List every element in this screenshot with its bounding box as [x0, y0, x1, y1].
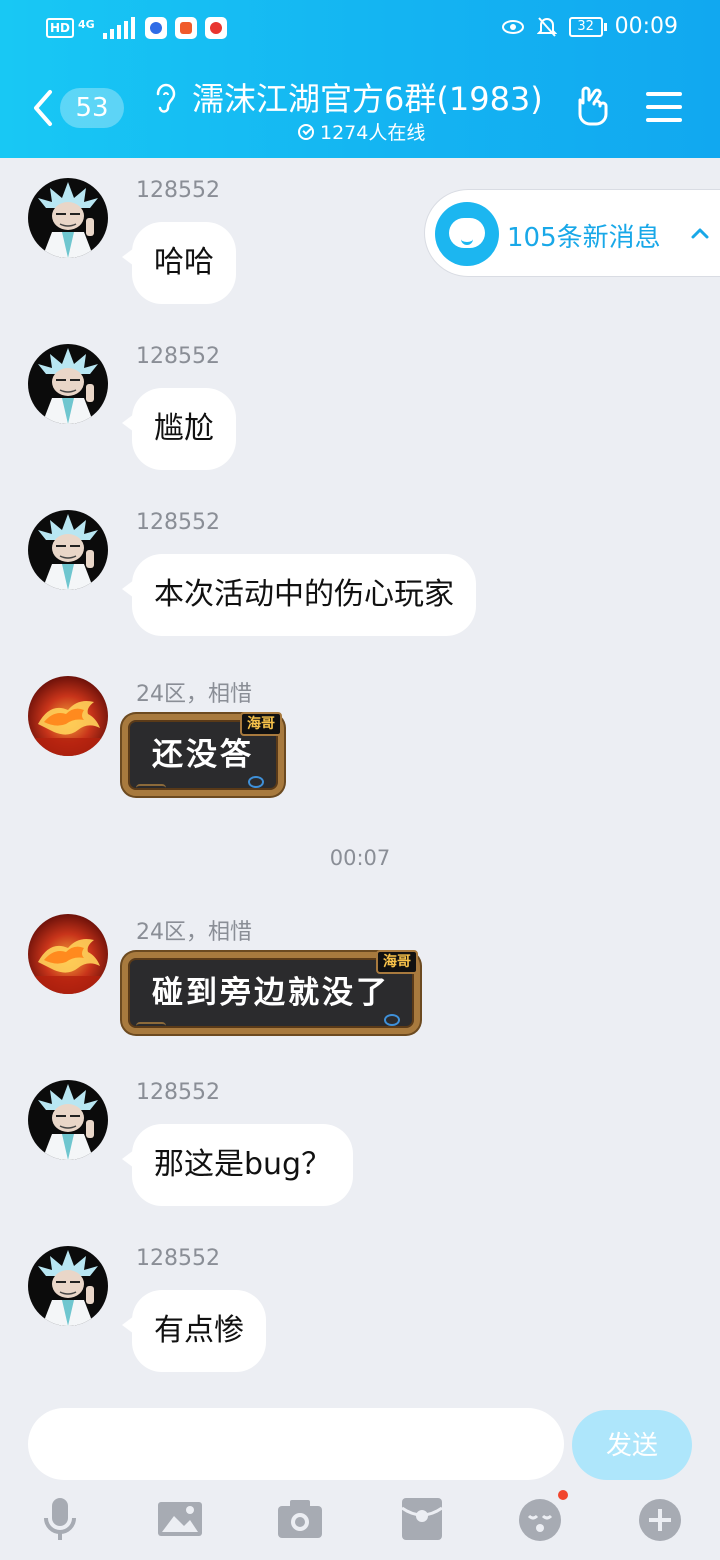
online-check-icon: [298, 123, 314, 140]
sender-name[interactable]: 128552: [136, 344, 220, 369]
signal-icon: [102, 17, 137, 39]
composer: 发送: [0, 1392, 720, 1560]
sender-name[interactable]: 24区，相惜: [136, 914, 252, 946]
sticker-bubble[interactable]: 碰到旁边就没了 海哥: [122, 950, 420, 1034]
message-bubble[interactable]: 有点惨: [122, 1290, 266, 1372]
emoji-button[interactable]: [518, 1490, 568, 1542]
location-app-icon: [204, 17, 227, 39]
hand-gesture-icon[interactable]: [572, 86, 614, 128]
online-count: 1274人在线: [298, 118, 425, 145]
sticker-tag: 海哥: [376, 950, 418, 974]
network-type: 4G: [78, 17, 95, 31]
hd-badge: HD: [46, 18, 75, 38]
back-unread-count[interactable]: 53: [60, 88, 124, 128]
group-title[interactable]: 濡沫江湖官方6群(1983): [192, 74, 543, 120]
message-input[interactable]: [28, 1408, 564, 1480]
new-messages-label: 105条新消息: [507, 223, 661, 253]
message-bubble[interactable]: 哈哈: [122, 222, 236, 304]
sticker-knot-icon: [384, 1014, 400, 1026]
sender-name[interactable]: 128552: [136, 178, 220, 203]
rick-avatar[interactable]: [28, 1080, 108, 1160]
menu-icon[interactable]: [646, 92, 682, 122]
sticker-bubble[interactable]: 还没答 海哥: [122, 712, 284, 796]
message-bubble[interactable]: 尴尬: [122, 388, 236, 470]
image-icon[interactable]: [158, 1496, 202, 1542]
battery-indicator: 32: [568, 16, 607, 37]
time-separator: 00:07: [329, 846, 391, 870]
shield-app-icon: [174, 17, 197, 39]
sender-name[interactable]: 128552: [136, 510, 220, 535]
back-arrow-icon[interactable]: [32, 88, 54, 128]
sender-name[interactable]: 128552: [136, 1246, 220, 1271]
emoji-icon: [519, 1499, 561, 1541]
new-messages-banner[interactable]: 105条新消息: [424, 189, 720, 277]
sticker-knot-icon: [248, 776, 264, 788]
rick-avatar[interactable]: [28, 510, 108, 590]
sender-name[interactable]: 128552: [136, 1080, 220, 1105]
fire-horse-avatar[interactable]: [28, 676, 108, 756]
ear-icon[interactable]: [150, 82, 180, 116]
send-button[interactable]: 发送: [572, 1410, 692, 1480]
sticker-ornament: [136, 1022, 166, 1030]
chevron-up-icon: [691, 228, 709, 239]
message-bubble[interactable]: 本次活动中的伤心玩家: [122, 554, 476, 636]
red-packet-icon[interactable]: [400, 1496, 444, 1542]
camera-icon[interactable]: [278, 1496, 322, 1542]
sticker-text: 还没答: [152, 737, 254, 773]
sticker-tag: 海哥: [240, 712, 282, 736]
rick-avatar[interactable]: [28, 344, 108, 424]
sticker-text: 碰到旁边就没了: [152, 975, 390, 1011]
chat-bubble-icon: [435, 202, 499, 266]
status-time: 00:09: [614, 14, 678, 39]
eye-icon: [501, 19, 524, 34]
sticker-ornament: [136, 784, 166, 792]
sender-name[interactable]: 24区，相惜: [136, 676, 252, 708]
mute-bell-icon: [536, 16, 557, 37]
message-bubble[interactable]: 那这是bug？: [121, 1124, 354, 1206]
status-bar: HD 4G 32 00:09: [0, 0, 720, 60]
baidu-app-icon: [144, 17, 167, 39]
rick-avatar[interactable]: [28, 178, 108, 258]
chat-header: HD 4G 32 00:09 53 濡沫江湖官方6群(1983) 1274人在线: [0, 0, 720, 158]
plus-icon[interactable]: [638, 1496, 682, 1542]
notification-dot: [558, 1490, 568, 1500]
input-toolbar: [0, 1490, 720, 1546]
fire-horse-avatar[interactable]: [28, 914, 108, 994]
microphone-icon[interactable]: [38, 1496, 82, 1542]
online-count-label: 1274人在线: [320, 122, 426, 144]
rick-avatar[interactable]: [28, 1246, 108, 1326]
